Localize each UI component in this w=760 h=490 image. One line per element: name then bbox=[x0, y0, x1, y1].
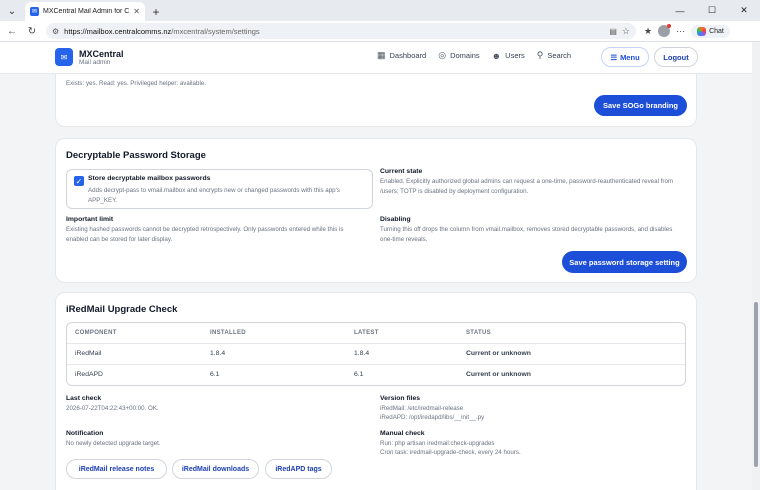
chat-label: Chat bbox=[709, 27, 724, 35]
browser-tab[interactable]: ✉ MXCentral Mail Admin for CCL ✕ bbox=[25, 2, 145, 21]
store-passwords-checkbox[interactable]: ✓ bbox=[74, 176, 84, 186]
store-passwords-label: Store decryptable mailbox passwords bbox=[88, 175, 211, 182]
favorites-icon[interactable]: ★ bbox=[644, 26, 652, 37]
current-state-label: Current state bbox=[380, 168, 423, 175]
globe-icon: ◎ bbox=[438, 50, 447, 60]
mail-logo-icon: ✉ bbox=[55, 48, 73, 66]
nav-search-label: Search bbox=[547, 51, 572, 60]
latest-cell: 6.1 bbox=[354, 371, 364, 379]
manual-check-label: Manual check bbox=[380, 430, 425, 437]
last-check-text: 2026-07-22T04:22:43+00:00. OK. bbox=[66, 405, 159, 412]
brand-name: MXCentral bbox=[79, 48, 124, 59]
disabling-label: Disabling bbox=[380, 216, 411, 223]
brand-subtitle: Mail admin bbox=[79, 58, 111, 66]
table-row: iRedMail 1.8.4 1.8.4 Current or unknown bbox=[67, 343, 685, 365]
component-cell: iRedAPD bbox=[75, 371, 103, 379]
column-header: INSTALLED bbox=[202, 323, 346, 344]
save-sogo-branding-button[interactable]: Save SOGo branding bbox=[594, 95, 687, 116]
important-limit-label: Important limit bbox=[66, 216, 114, 223]
store-passwords-description: Adds decrypt-pass to vmail.mailbox and e… bbox=[88, 187, 340, 204]
status-cell: Current or unknown bbox=[458, 343, 685, 365]
browser-nav-bar: ← ↻ ⚙ https://mailbox.centralcomms.nz/mx… bbox=[0, 21, 760, 42]
more-options-icon[interactable]: ⋯ bbox=[676, 26, 685, 37]
nav-domains[interactable]: ◎ Domains bbox=[438, 50, 479, 61]
version-files-line2: iRedAPD: /opt/iredapd/libs/__init__.py bbox=[380, 414, 485, 421]
address-bar[interactable]: ⚙ https://mailbox.centralcomms.nz/mxcent… bbox=[46, 23, 636, 39]
mail-favicon-icon: ✉ bbox=[30, 7, 39, 16]
installed-cell: 6.1 bbox=[210, 371, 220, 379]
site-info-icon[interactable]: ⚙ bbox=[52, 27, 59, 36]
store-passwords-option[interactable]: ✓ Store decryptable mailbox passwords Ad… bbox=[66, 169, 373, 209]
tab-title: MXCentral Mail Admin for CCL bbox=[43, 8, 130, 15]
nav-dashboard[interactable]: ▦ Dashboard bbox=[377, 50, 426, 61]
window-controls: — ☐ ✕ bbox=[664, 0, 760, 21]
maximize-icon[interactable]: ☐ bbox=[696, 0, 728, 21]
notification-label: Notification bbox=[66, 430, 104, 437]
nav-users[interactable]: ☻ Users bbox=[492, 51, 525, 61]
current-state-text: Enabled. Explicitly authorized global ad… bbox=[380, 178, 674, 195]
page-scrollbar[interactable] bbox=[752, 42, 760, 490]
page-viewport: Exists: yes. Read: yes. Privileged helpe… bbox=[0, 42, 752, 490]
upgrade-table: COMPONENT INSTALLED LATEST STATUS iRedMa… bbox=[66, 322, 686, 386]
table-header-row: COMPONENT INSTALLED LATEST STATUS bbox=[67, 323, 685, 344]
tab-list-icon[interactable]: ⌄ bbox=[3, 2, 21, 20]
column-header: LATEST bbox=[346, 323, 458, 344]
minimize-icon[interactable]: — bbox=[664, 0, 696, 21]
sogo-status-text: Exists: yes. Read: yes. Privileged helpe… bbox=[66, 80, 206, 87]
back-icon[interactable]: ← bbox=[4, 23, 20, 39]
nav-users-label: Users bbox=[505, 51, 525, 60]
dashboard-icon: ▦ bbox=[377, 50, 386, 60]
nav-search[interactable]: ⚲ Search bbox=[537, 50, 571, 61]
scrollbar-thumb[interactable] bbox=[754, 302, 758, 467]
url-host: https://mailbox.centralcomms.nz bbox=[64, 26, 172, 36]
latest-cell: 1.8.4 bbox=[346, 343, 458, 365]
notification-text: No newly detected upgrade target. bbox=[66, 440, 161, 447]
copilot-icon bbox=[697, 26, 707, 36]
version-files-label: Version files bbox=[380, 395, 421, 402]
bookmark-star-icon[interactable]: ☆ bbox=[622, 26, 630, 37]
reader-icon[interactable]: ▤ bbox=[609, 27, 617, 36]
top-navigation: ▦ Dashboard ◎ Domains ☻ Users ⚲ Search bbox=[377, 50, 571, 61]
password-storage-title: Decryptable Password Storage bbox=[66, 150, 206, 161]
app-header: ✉ MXCentral Mail admin ▦ Dashboard ◎ Dom… bbox=[0, 42, 752, 74]
users-icon: ☻ bbox=[491, 50, 502, 61]
close-window-icon[interactable]: ✕ bbox=[728, 0, 760, 21]
installed-cell: 1.8.4 bbox=[202, 343, 346, 365]
downloads-link[interactable]: iRedMail downloads bbox=[172, 459, 259, 479]
last-check-label: Last check bbox=[66, 395, 102, 402]
search-icon: ⚲ bbox=[536, 50, 544, 60]
browser-tab-bar: ⌄ ✉ MXCentral Mail Admin for CCL ✕ + — ☐… bbox=[0, 0, 760, 21]
nav-domains-label: Domains bbox=[450, 51, 480, 60]
component-cell: iRedMail bbox=[67, 343, 202, 365]
new-tab-icon[interactable]: + bbox=[147, 3, 165, 21]
brand[interactable]: ✉ MXCentral Mail admin bbox=[55, 48, 124, 66]
url-path: /mxcentral/system/settings bbox=[171, 26, 260, 36]
column-header: COMPONENT bbox=[67, 323, 202, 344]
browser-toolbar: ★ ⋯ Chat bbox=[644, 24, 730, 38]
status-cell: Current or unknown bbox=[466, 371, 531, 379]
menu-label: Menu bbox=[620, 52, 640, 62]
hamburger-icon: ☰ bbox=[610, 52, 618, 62]
column-header: STATUS bbox=[458, 323, 685, 344]
close-tab-icon[interactable]: ✕ bbox=[133, 7, 140, 16]
chat-button[interactable]: Chat bbox=[691, 24, 730, 38]
save-password-storage-button[interactable]: Save password storage setting bbox=[562, 251, 687, 273]
menu-button[interactable]: ☰ Menu bbox=[601, 47, 649, 67]
reload-icon[interactable]: ↻ bbox=[24, 23, 40, 39]
nav-dashboard-label: Dashboard bbox=[389, 51, 427, 60]
profile-avatar[interactable] bbox=[658, 24, 672, 37]
important-limit-text: Existing hashed passwords cannot be decr… bbox=[66, 226, 344, 243]
iredapd-tags-link[interactable]: iRedAPD tags bbox=[265, 459, 332, 479]
release-notes-link[interactable]: iRedMail release notes bbox=[66, 459, 167, 479]
disabling-text: Turning this off drops the column from v… bbox=[380, 226, 673, 243]
upgrade-check-title: iRedMail Upgrade Check bbox=[66, 304, 178, 315]
upgrade-check-card: iRedMail Upgrade Check COMPONENT INSTALL… bbox=[55, 292, 697, 490]
manual-check-line2: Cron task: iredmail-upgrade-check, every… bbox=[380, 449, 521, 456]
logout-button[interactable]: Logout bbox=[654, 47, 698, 67]
password-storage-card: Decryptable Password Storage ✓ Store dec… bbox=[55, 138, 697, 283]
table-row: iRedAPD 6.1 6.1 Current or unknown bbox=[67, 364, 685, 385]
